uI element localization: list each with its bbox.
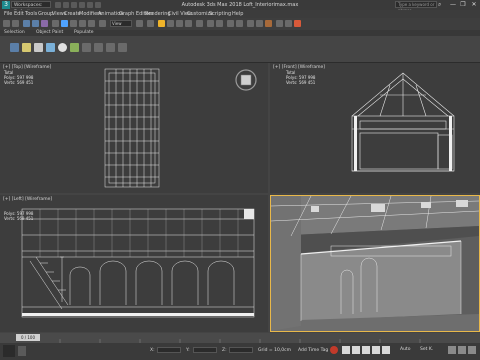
minimize-button[interactable]: — (448, 1, 458, 9)
orbit-icon[interactable] (468, 346, 476, 354)
workspace-dropdown[interactable]: Workspaces: Default (11, 1, 51, 15)
select-tool-icon[interactable] (10, 43, 19, 52)
maxscript-listener-icon[interactable] (3, 345, 15, 357)
open-file-icon[interactable] (63, 2, 69, 8)
align-icon[interactable] (216, 20, 223, 27)
snap-toggle-icon[interactable] (158, 20, 165, 27)
selection-filter-icon[interactable] (52, 20, 59, 27)
timeline-ticks (59, 339, 421, 343)
space-warps-icon[interactable] (106, 43, 115, 52)
x-coord-field[interactable] (157, 347, 181, 353)
left-wireframe (21, 208, 255, 318)
curve-editor-icon[interactable] (247, 20, 254, 27)
helpers-icon[interactable] (94, 43, 103, 52)
menu-rendering[interactable]: Rendering (145, 10, 171, 18)
rectangular-selection-icon[interactable] (79, 20, 86, 27)
zoom-icon[interactable] (448, 346, 456, 354)
set-key-button[interactable]: Set K. (420, 347, 433, 352)
save-file-icon[interactable] (71, 2, 77, 8)
menu-help[interactable]: Help (232, 10, 243, 18)
create-box-icon[interactable] (22, 43, 31, 52)
record-icon[interactable] (330, 346, 338, 354)
viewport-top[interactable]: [+] [Top] [Wireframe] Total Polys: 597 9… (0, 63, 268, 193)
pan-icon[interactable] (458, 346, 466, 354)
material-editor-icon[interactable] (265, 20, 272, 27)
rendered-frame-window-icon[interactable] (285, 20, 292, 27)
auto-key-button[interactable]: Auto (400, 347, 410, 352)
bind-space-warp-icon[interactable] (41, 20, 48, 27)
viewport-left[interactable]: [+] [Left] [Wireframe] Polys: 597 998 Ve… (0, 195, 268, 332)
y-coord-label: Y: (186, 348, 190, 353)
percent-snap-icon[interactable] (176, 20, 183, 27)
light-bulb-icon[interactable] (58, 43, 67, 52)
grid-size: Grid = 10,0cm (258, 348, 291, 353)
render-setup-icon[interactable] (276, 20, 283, 27)
toggle-ribbon-icon[interactable] (236, 20, 243, 27)
menu-edit[interactable]: Edit (14, 10, 24, 18)
top-wireframe (104, 68, 160, 188)
angle-snap-icon[interactable] (167, 20, 174, 27)
go-to-end-icon[interactable] (382, 346, 390, 354)
project-folder-icon[interactable] (95, 2, 101, 8)
app-logo[interactable]: 3 (2, 1, 10, 9)
pivot-center-icon[interactable] (136, 20, 143, 27)
unlink-icon[interactable] (32, 20, 39, 27)
lock-selection-icon[interactable] (18, 346, 26, 356)
redo-toolbar-icon[interactable] (12, 20, 19, 27)
front-wireframe (351, 72, 455, 172)
undo-toolbar-icon[interactable] (3, 20, 10, 27)
menu-file[interactable]: File (4, 10, 12, 18)
schematic-view-icon[interactable] (256, 20, 263, 27)
time-slider-track[interactable]: 0 / 100 (0, 333, 480, 343)
viewport-front[interactable]: [+] [Front] [Wireframe] Total Polys: 597… (270, 63, 480, 193)
window-title: Autodesk 3ds Max 2018 Loft_Interiorimax.… (181, 2, 299, 8)
perspective-render (271, 196, 479, 331)
search-icon[interactable]: ⌕ (438, 1, 446, 9)
search-input[interactable]: Type a keyword or phrase (395, 1, 437, 13)
create-cylinder-icon[interactable] (46, 43, 55, 52)
select-object-icon[interactable] (61, 20, 68, 27)
next-frame-icon[interactable] (372, 346, 380, 354)
layer-explorer-icon[interactable] (227, 20, 234, 27)
menu-scripting[interactable]: Scripting (209, 10, 231, 18)
y-coord-field[interactable] (193, 347, 217, 353)
add-time-tag-button[interactable]: Add Time Tag (298, 348, 328, 353)
spinner-snap-icon[interactable] (185, 20, 192, 27)
select-by-name-icon[interactable] (70, 20, 77, 27)
systems-icon[interactable] (118, 43, 127, 52)
create-camera-icon[interactable] (82, 43, 91, 52)
create-sphere-icon[interactable] (34, 43, 43, 52)
reference-coordinate-dropdown[interactable]: View (110, 20, 132, 27)
play-icon[interactable] (362, 346, 370, 354)
named-selection-icon[interactable] (196, 20, 203, 27)
window-crossing-icon[interactable] (88, 20, 95, 27)
close-button[interactable]: ✕ (469, 1, 479, 9)
viewport-perspective[interactable] (270, 195, 480, 332)
viewcube-icon[interactable] (234, 68, 258, 92)
undo-icon[interactable] (79, 2, 85, 8)
create-plane-icon[interactable] (70, 43, 79, 52)
z-coord-label: Z: (222, 348, 227, 353)
go-to-start-icon[interactable] (342, 346, 350, 354)
render-production-icon[interactable] (294, 20, 301, 27)
menu-group[interactable]: Group (38, 10, 53, 18)
previous-frame-icon[interactable] (352, 346, 360, 354)
new-file-icon[interactable] (55, 2, 61, 8)
maximize-button[interactable]: ❐ (458, 1, 468, 9)
status-bar: X: Y: Z: Grid = 10,0cm Add Time Tag Auto… (0, 343, 480, 360)
mirror-icon[interactable] (207, 20, 214, 27)
redo-icon[interactable] (87, 2, 93, 8)
x-coord-label: X: (150, 348, 155, 353)
link-icon[interactable] (23, 20, 30, 27)
menu-tools[interactable]: Tools (25, 10, 37, 18)
select-manipulate-icon[interactable] (147, 20, 154, 27)
select-move-icon[interactable] (99, 20, 106, 27)
z-coord-field[interactable] (229, 347, 253, 353)
